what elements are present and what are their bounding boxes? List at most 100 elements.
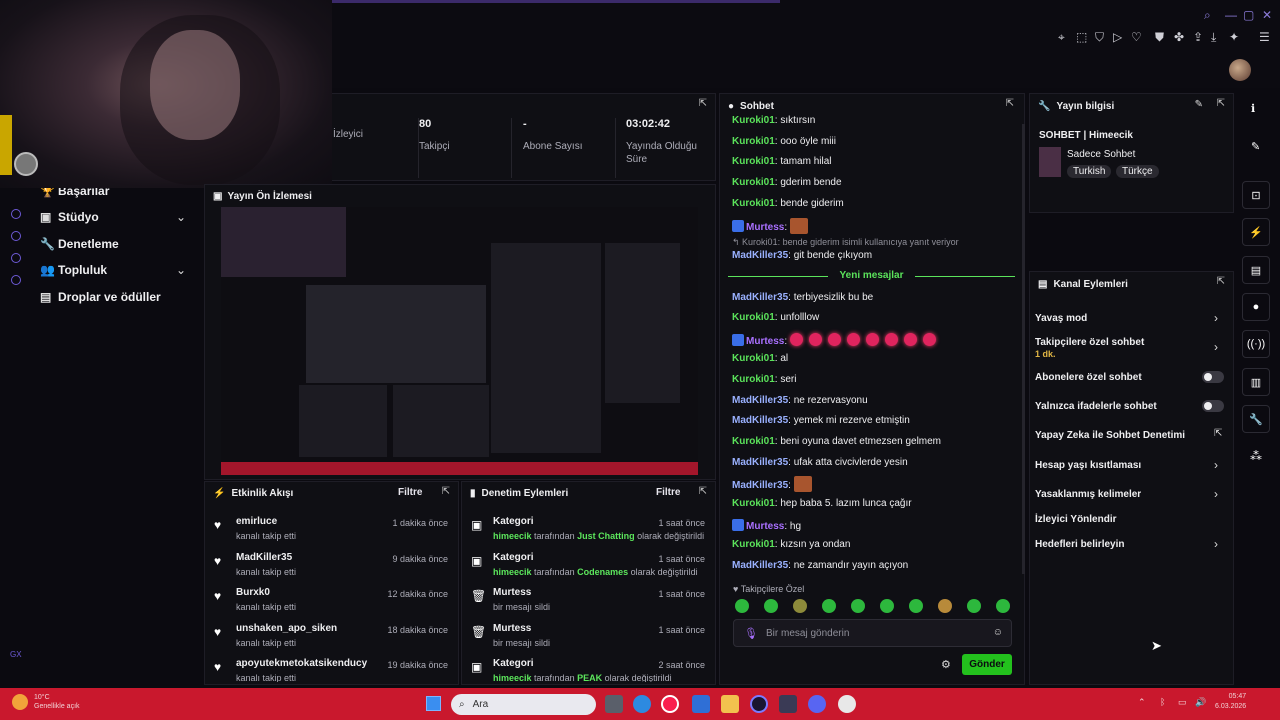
- search-icon[interactable]: ⌕: [1204, 8, 1211, 23]
- external-link-icon[interactable]: ⇱: [1214, 428, 1222, 439]
- action-slow-mode[interactable]: Yavaş mod: [1035, 313, 1087, 324]
- list-item: ♥ unshaken_apo_siken kanalı takip etti 18 d…: [214, 623, 448, 648]
- nav-item-moderation[interactable]: 🔧 Denetleme: [40, 234, 119, 254]
- emote-button[interactable]: [793, 599, 807, 613]
- chevron-right-icon[interactable]: ›: [1214, 458, 1218, 472]
- nav-item-studio[interactable]: ▣ Stüdyo: [40, 207, 99, 227]
- heart-icon[interactable]: ♡: [1131, 30, 1142, 44]
- side-rail-clock-icon[interactable]: [11, 231, 21, 241]
- nav-item-drops[interactable]: ▤ Droplar ve ödüller: [40, 287, 161, 307]
- emote-button[interactable]: [938, 599, 952, 613]
- obs-icon[interactable]: [750, 695, 768, 713]
- tag[interactable]: Türkçe: [1116, 165, 1159, 178]
- stream-preview[interactable]: [221, 207, 698, 475]
- popout-icon[interactable]: ⇱: [699, 486, 707, 497]
- chat-message: Kuroki01: seri: [732, 374, 797, 385]
- chevron-right-icon[interactable]: ›: [1214, 487, 1218, 501]
- rail-lightning-button[interactable]: ⚡: [1242, 218, 1270, 246]
- action-raid[interactable]: İzleyici Yönlendir: [1035, 514, 1117, 525]
- action-goals[interactable]: Hedefleri belirleyin: [1035, 539, 1124, 550]
- side-rail-settings-icon[interactable]: [11, 275, 21, 285]
- action-followers-only[interactable]: Takipçilere özel sohbet 1 dk.: [1035, 337, 1144, 359]
- emote-button[interactable]: [909, 599, 923, 613]
- opera-gx-icon[interactable]: [661, 695, 679, 713]
- popout-icon[interactable]: ⇱: [1217, 98, 1225, 109]
- maximize-icon[interactable]: ▢: [1243, 8, 1254, 22]
- store-icon[interactable]: [692, 695, 710, 713]
- ai-icon[interactable]: ✦: [1229, 30, 1239, 44]
- side-rail-link-icon[interactable]: [11, 253, 21, 263]
- rail-clip-button[interactable]: ⊡: [1242, 181, 1270, 209]
- chat-scrollbar[interactable]: [1022, 124, 1025, 574]
- play-icon[interactable]: ▷: [1113, 30, 1122, 44]
- extensions-icon[interactable]: ⁂: [1250, 449, 1262, 463]
- rail-tools-button[interactable]: 🔧: [1242, 405, 1270, 433]
- rail-ad-button[interactable]: ▥: [1242, 368, 1270, 396]
- network-icon[interactable]: ▭: [1178, 697, 1187, 708]
- popout-icon[interactable]: ⇱: [442, 486, 450, 497]
- chevron-down-icon[interactable]: ⌄: [176, 210, 186, 224]
- folder-icon[interactable]: [721, 695, 739, 713]
- emote-button[interactable]: [851, 599, 865, 613]
- emote-button[interactable]: [996, 599, 1010, 613]
- action-banned-words[interactable]: Yasaklanmış kelimeler: [1035, 489, 1141, 500]
- download-icon[interactable]: ⤓: [1211, 30, 1216, 45]
- rail-chat-button[interactable]: ●: [1242, 293, 1270, 321]
- taskbar-clock[interactable]: 05:47 6.03.2026: [1215, 692, 1246, 712]
- action-ai-moderation[interactable]: Yapay Zeka ile Sohbet Denetimi: [1035, 430, 1185, 441]
- close-icon[interactable]: ✕: [1262, 8, 1272, 22]
- chevron-right-icon[interactable]: ›: [1214, 537, 1218, 551]
- weather-icon[interactable]: [12, 694, 28, 710]
- side-rail-dot-icon[interactable]: [11, 209, 21, 219]
- emoji-picker-icon[interactable]: ☺: [993, 627, 1003, 638]
- puzzle-icon[interactable]: ✤: [1174, 30, 1184, 44]
- weather-widget[interactable]: 10°C Genellikle açık: [34, 693, 80, 711]
- menu-icon[interactable]: ☰: [1259, 30, 1270, 44]
- chevron-right-icon[interactable]: ›: [1214, 340, 1218, 354]
- chevron-right-icon[interactable]: ›: [1214, 311, 1218, 325]
- edit-icon[interactable]: ✎: [1195, 99, 1203, 110]
- tray-chevron-icon[interactable]: ⌃: [1138, 697, 1146, 708]
- chat-settings-icon[interactable]: ⚙: [941, 658, 951, 671]
- popout-icon[interactable]: ⇱: [1217, 276, 1225, 287]
- edge-icon[interactable]: [633, 695, 651, 713]
- moderation-title: Denetim Eylemleri: [481, 487, 569, 499]
- pin-icon[interactable]: ⌖: [1058, 30, 1065, 45]
- send-button[interactable]: Gönder: [962, 654, 1012, 675]
- emote-only-toggle[interactable]: [1202, 400, 1224, 412]
- windows-start-icon[interactable]: [426, 696, 441, 711]
- emote-button[interactable]: [880, 599, 894, 613]
- shield-icon[interactable]: ⛉: [1095, 30, 1104, 45]
- moderation-filter-button[interactable]: Filtre: [656, 487, 680, 498]
- rail-notes-button[interactable]: ▤: [1242, 256, 1270, 284]
- taskbar-search[interactable]: ⌕ Ara: [451, 694, 596, 715]
- guard-icon[interactable]: ⛊: [1155, 30, 1164, 45]
- pencil-icon[interactable]: ✎: [1251, 140, 1260, 153]
- emote-button[interactable]: [764, 599, 778, 613]
- subscribers-only-toggle[interactable]: [1202, 371, 1224, 383]
- volume-icon[interactable]: 🔊: [1195, 697, 1206, 708]
- tag[interactable]: Turkish: [1067, 165, 1112, 178]
- app-icon[interactable]: [838, 695, 856, 713]
- mic-icon[interactable]: 🎙: [744, 627, 758, 640]
- popout-icon[interactable]: ⇱: [1006, 98, 1014, 109]
- minimize-icon[interactable]: —: [1225, 8, 1237, 22]
- emote-button[interactable]: [735, 599, 749, 613]
- emote-button[interactable]: [822, 599, 836, 613]
- activity-filter-button[interactable]: Filtre: [398, 487, 422, 498]
- info-icon[interactable]: ℹ: [1251, 102, 1255, 115]
- nav-item-community[interactable]: 👥 Topluluk: [40, 260, 107, 280]
- rail-broadcast-button[interactable]: ((·)): [1242, 330, 1270, 358]
- share-icon[interactable]: ⇪: [1193, 30, 1203, 44]
- avatar[interactable]: [1229, 59, 1251, 81]
- chevron-down-icon[interactable]: ⌄: [176, 263, 186, 277]
- chat-input[interactable]: 🎙 Bir mesaj gönderin ☺: [733, 619, 1012, 647]
- bluetooth-icon[interactable]: ᛒ: [1160, 697, 1165, 707]
- emote-button[interactable]: [967, 599, 981, 613]
- app-icon[interactable]: [779, 695, 797, 713]
- crop-icon[interactable]: ⬚: [1076, 30, 1087, 44]
- task-view-icon[interactable]: [605, 695, 623, 713]
- popout-icon[interactable]: ⇱: [699, 98, 707, 109]
- discord-icon[interactable]: [808, 695, 826, 713]
- action-account-age[interactable]: Hesap yaşı kısıtlaması: [1035, 460, 1141, 471]
